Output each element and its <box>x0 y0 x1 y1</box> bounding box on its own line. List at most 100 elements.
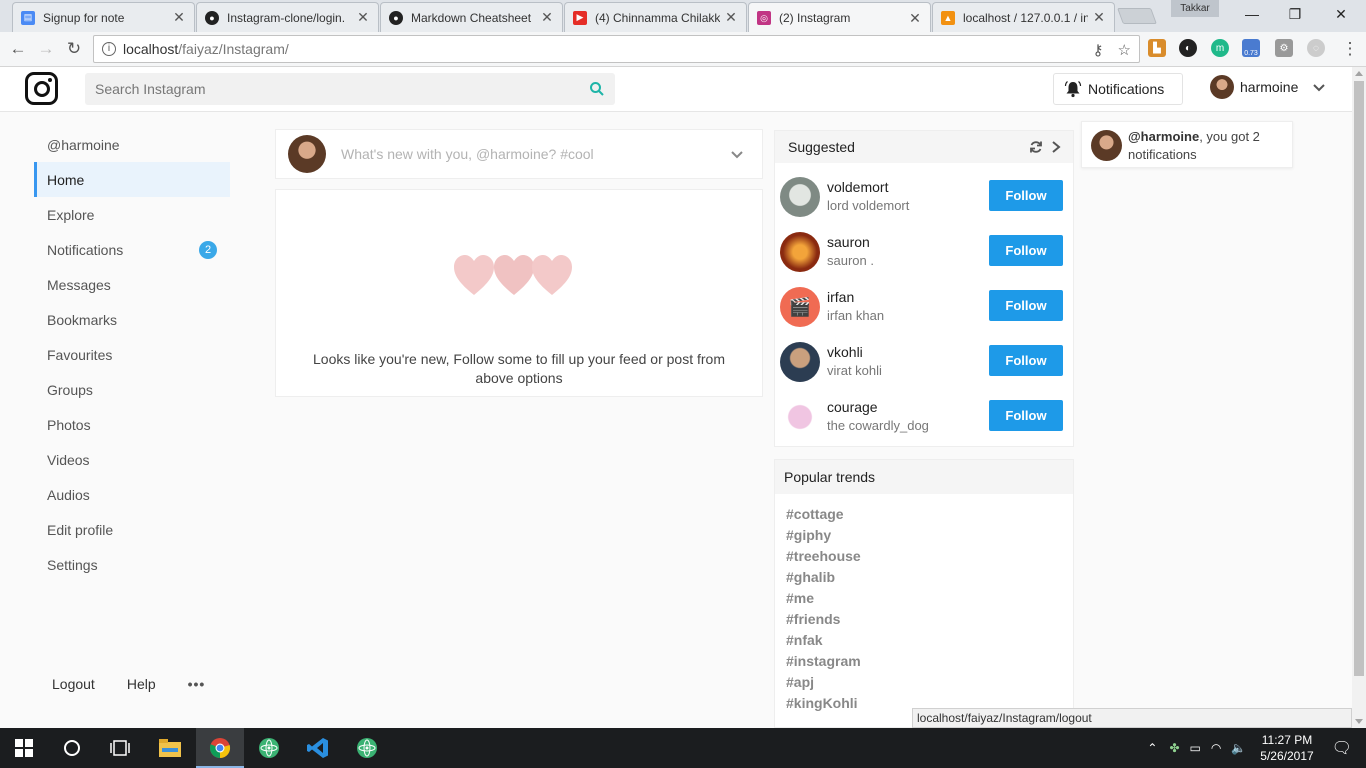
sidebar-item-messages[interactable]: Messages <box>34 267 230 302</box>
extension-icon-6[interactable]: ◌ <box>1307 39 1325 57</box>
volume-icon[interactable]: 🔈 <box>1231 741 1246 755</box>
network-share-icon[interactable]: ✤ <box>1169 741 1179 755</box>
extension-icon-5[interactable]: ⚙ <box>1275 39 1293 57</box>
follow-button[interactable]: Follow <box>989 400 1063 431</box>
close-icon[interactable]: ✕ <box>356 9 370 26</box>
scroll-down-arrow-icon[interactable] <box>1355 719 1363 724</box>
sidebar-item-bookmarks[interactable]: Bookmarks <box>34 302 230 337</box>
trend-tag[interactable]: #friends <box>775 609 1073 630</box>
show-hidden-icons-icon[interactable]: ⌃ <box>1147 741 1157 755</box>
sidebar-handle[interactable]: @harmoine <box>34 127 230 162</box>
atom-icon[interactable] <box>257 736 281 760</box>
sidebar-item-settings[interactable]: Settings <box>34 547 230 582</box>
minimize-icon[interactable]: — <box>1229 0 1275 28</box>
browser-profile-name[interactable]: Takkar <box>1171 0 1219 17</box>
avatar[interactable] <box>780 177 820 217</box>
more-options-icon[interactable]: ••• <box>188 676 206 692</box>
help-link[interactable]: Help <box>127 676 156 692</box>
action-center-icon[interactable]: 🗨 <box>1332 738 1352 758</box>
user-menu[interactable]: harmoine <box>1210 75 1326 99</box>
trend-tag[interactable]: #instagram <box>775 651 1073 672</box>
refresh-icon[interactable] <box>1029 140 1043 154</box>
battery-icon[interactable]: ▭ <box>1190 741 1201 755</box>
extension-icon-1[interactable]: ▙ <box>1148 39 1166 57</box>
restore-icon[interactable]: ❐ <box>1272 0 1318 28</box>
page-scrollbar[interactable] <box>1352 67 1366 728</box>
follow-button[interactable]: Follow <box>989 290 1063 321</box>
sidebar-item-groups[interactable]: Groups <box>34 372 230 407</box>
follow-button[interactable]: Follow <box>989 345 1063 376</box>
suggested-username[interactable]: vkohli <box>827 344 863 360</box>
avatar[interactable] <box>780 342 820 382</box>
sidebar-item-photos[interactable]: Photos <box>34 407 230 442</box>
windows-start-icon[interactable] <box>12 736 36 760</box>
sidebar-item-edit-profile[interactable]: Edit profile <box>34 512 230 547</box>
sidebar-item-notifications[interactable]: Notifications 2 <box>34 232 230 267</box>
suggested-username[interactable]: voldemort <box>827 179 888 195</box>
follow-button[interactable]: Follow <box>989 235 1063 266</box>
scrollbar-thumb[interactable] <box>1354 81 1364 676</box>
close-icon[interactable]: ✕ <box>724 9 738 26</box>
search-icon[interactable] <box>589 81 605 97</box>
new-tab-button[interactable] <box>1117 8 1157 24</box>
close-icon[interactable]: ✕ <box>1092 9 1106 26</box>
notifications-button[interactable]: Notifications <box>1053 73 1183 105</box>
extension-icon-3[interactable]: m <box>1211 39 1229 57</box>
avatar[interactable] <box>780 232 820 272</box>
logout-link[interactable]: Logout <box>52 676 95 692</box>
avatar[interactable]: 🎬 <box>780 287 820 327</box>
browser-tab-5-active[interactable]: ◎ (2) Instagram ✕ <box>748 2 931 33</box>
post-input[interactable] <box>341 146 721 162</box>
browser-tab-4[interactable]: ▶ (4) Chinnamma Chilakk ✕ <box>564 2 747 32</box>
notification-popover[interactable]: @harmoine, you got 2 notifications <box>1081 121 1293 168</box>
chevron-down-icon[interactable] <box>730 147 744 161</box>
trend-tag[interactable]: #ghalib <box>775 567 1073 588</box>
trend-tag[interactable]: #cottage <box>775 504 1073 525</box>
vscode-icon[interactable] <box>306 736 330 760</box>
forward-icon[interactable]: → <box>34 37 58 61</box>
avatar[interactable] <box>780 397 820 437</box>
close-icon[interactable]: ✕ <box>172 9 186 26</box>
sidebar-item-home[interactable]: Home <box>34 162 230 197</box>
trend-tag[interactable]: #nfak <box>775 630 1073 651</box>
sidebar-item-explore[interactable]: Explore <box>34 197 230 232</box>
suggested-username[interactable]: sauron <box>827 234 870 250</box>
cortana-icon[interactable] <box>60 736 84 760</box>
file-explorer-icon[interactable] <box>158 736 182 760</box>
bookmark-star-icon[interactable]: ☆ <box>1118 41 1131 59</box>
suggested-username[interactable]: courage <box>827 399 878 415</box>
sidebar-item-videos[interactable]: Videos <box>34 442 230 477</box>
chevron-right-icon[interactable] <box>1049 140 1063 154</box>
back-icon[interactable]: ← <box>6 37 30 61</box>
search-input[interactable] <box>95 81 575 97</box>
sidebar-item-audios[interactable]: Audios <box>34 477 230 512</box>
extension-icon-2[interactable]: ◐ <box>1179 39 1197 57</box>
task-view-icon[interactable] <box>108 736 132 760</box>
wifi-icon[interactable]: ◠ <box>1211 741 1221 755</box>
key-icon[interactable]: ⚷ <box>1093 41 1104 59</box>
chrome-menu-icon[interactable]: ⋮ <box>1338 37 1362 61</box>
trend-tag[interactable]: #treehouse <box>775 546 1073 567</box>
browser-tab-1[interactable]: ▤ Signup for note ✕ <box>12 2 195 32</box>
close-icon[interactable]: ✕ <box>540 9 554 26</box>
extension-icon-4[interactable]: 0.73 <box>1242 39 1260 57</box>
reload-icon[interactable]: ↻ <box>62 37 86 61</box>
browser-tab-2[interactable]: ● Instagram-clone/login. ✕ <box>196 2 379 32</box>
trend-tag[interactable]: #me <box>775 588 1073 609</box>
trend-tag[interactable]: #apj <box>775 672 1073 693</box>
address-bar[interactable]: i localhost/faiyaz/Instagram/ ⚷ ☆ <box>93 35 1140 63</box>
close-icon[interactable]: ✕ <box>908 10 922 27</box>
follow-button[interactable]: Follow <box>989 180 1063 211</box>
suggested-username[interactable]: irfan <box>827 289 854 305</box>
chrome-icon[interactable] <box>208 736 232 760</box>
clock[interactable]: 11:27 PM 5/26/2017 <box>1260 732 1313 764</box>
window-close-icon[interactable]: ✕ <box>1318 0 1364 28</box>
browser-tab-3[interactable]: ● Markdown Cheatsheet ✕ <box>380 2 563 32</box>
trend-tag[interactable]: #giphy <box>775 525 1073 546</box>
info-icon[interactable]: i <box>102 42 116 56</box>
scroll-up-arrow-icon[interactable] <box>1355 71 1363 76</box>
browser-tab-6[interactable]: ▲ localhost / 127.0.0.1 / in ✕ <box>932 2 1115 32</box>
instagram-logo-icon[interactable] <box>25 72 58 105</box>
atom-icon[interactable] <box>355 736 379 760</box>
sidebar-item-favourites[interactable]: Favourites <box>34 337 230 372</box>
